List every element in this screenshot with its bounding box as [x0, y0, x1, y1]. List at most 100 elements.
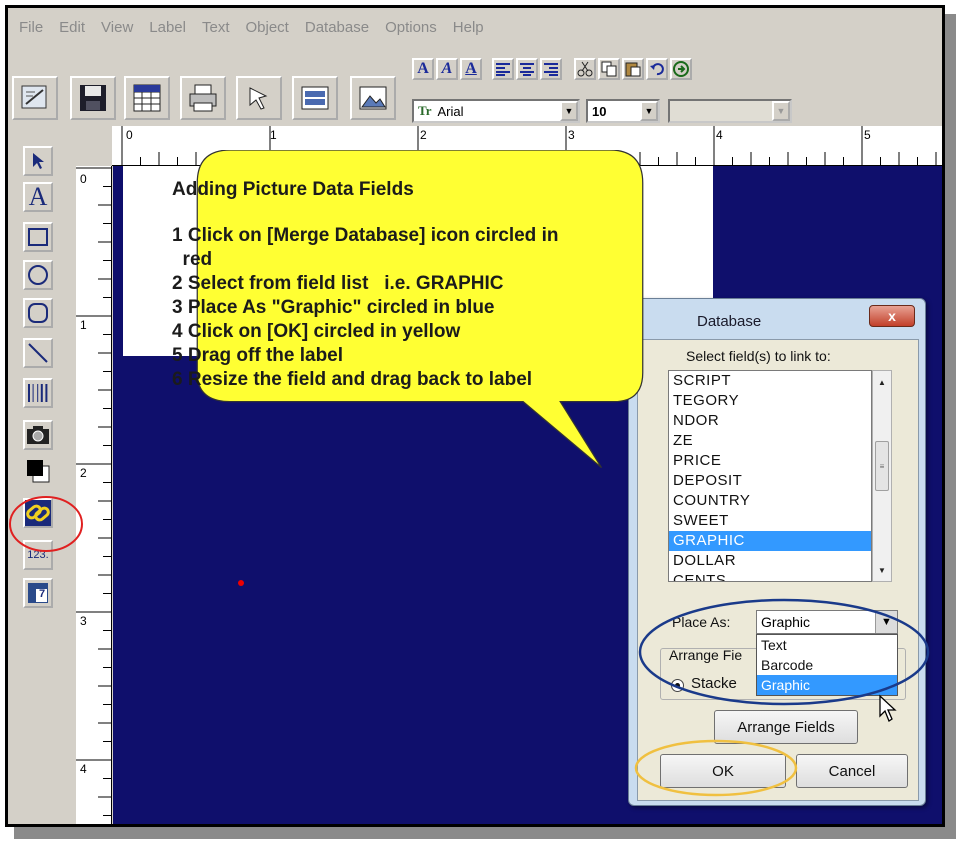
cut-button[interactable]	[574, 58, 596, 80]
cancel-button[interactable]: Cancel	[796, 754, 908, 788]
ruler-corner	[76, 126, 112, 166]
callout-step: 4 Click on [OK] circled in yellow	[172, 321, 461, 342]
field-listbox[interactable]: SCRIPT TEGORY NDOR ZE PRICE DEPOSIT COUN…	[668, 370, 872, 582]
size-dropdown-arrow-icon[interactable]: ▼	[640, 101, 658, 121]
ellipse-icon	[28, 265, 48, 285]
toolbar: A A A Tr Arial ▼ 10 ▼ ▼	[8, 46, 942, 126]
callout-step: 3 Place As "Graphic" circled in blue	[172, 297, 495, 318]
scroll-down-icon[interactable]: ▼	[873, 561, 891, 579]
page-tool-number: 7	[39, 588, 46, 600]
ellipse-tool[interactable]	[23, 260, 53, 290]
align-right-icon	[544, 63, 558, 76]
paste-button[interactable]	[622, 58, 644, 80]
menu-view[interactable]: View	[94, 19, 142, 36]
scroll-up-icon[interactable]: ▲	[873, 373, 891, 391]
dialog-close-button[interactable]: x	[869, 305, 915, 327]
copy-icon	[601, 61, 617, 77]
bold-button[interactable]: A	[412, 58, 434, 80]
floppy-disk-icon	[80, 85, 106, 111]
style-dropdown-arrow-icon: ▼	[772, 101, 790, 121]
edit-label-button[interactable]	[12, 76, 58, 120]
callout-step: 6 Resize the field and drag back to labe…	[172, 369, 533, 390]
callout-step: 1 Click on [Merge Database] icon circled…	[172, 225, 559, 246]
barcode-bar	[28, 384, 30, 402]
font-type-icon: Tr	[418, 103, 432, 118]
barcode-bar	[32, 384, 34, 402]
color-swatch-icon	[27, 460, 50, 483]
scissors-icon	[577, 61, 593, 77]
label-setup-button[interactable]	[292, 76, 338, 120]
picture-button[interactable]	[350, 76, 396, 120]
barcode-icon	[28, 384, 48, 402]
menu-object[interactable]: Object	[239, 19, 298, 36]
callout-title: Adding Picture Data Fields	[172, 179, 414, 200]
select-tool[interactable]	[23, 146, 53, 176]
list-item[interactable]: CENTS	[669, 571, 871, 581]
list-item[interactable]: ZE	[669, 431, 871, 451]
list-item[interactable]: PRICE	[669, 451, 871, 471]
list-item[interactable]: SWEET	[669, 511, 871, 531]
database-sheet-button[interactable]	[124, 76, 170, 120]
ruler-v-2: 2	[80, 466, 87, 480]
underline-button[interactable]: A	[460, 58, 482, 80]
camera-icon	[27, 426, 49, 444]
align-center-icon	[520, 63, 534, 76]
menu-text[interactable]: Text	[195, 19, 239, 36]
align-right-button[interactable]	[540, 58, 562, 80]
list-item[interactable]: NDOR	[669, 411, 871, 431]
list-item[interactable]: SCRIPT	[669, 371, 871, 391]
align-left-button[interactable]	[492, 58, 514, 80]
undo-button[interactable]	[646, 58, 668, 80]
red-marker	[238, 580, 244, 586]
dialog-title: Database	[697, 313, 762, 330]
list-item[interactable]: TEGORY	[669, 391, 871, 411]
pointer-tool-button[interactable]	[236, 76, 282, 120]
edit-label-icon	[21, 85, 47, 109]
list-item[interactable]: DOLLAR	[669, 551, 871, 571]
italic-button[interactable]: A	[436, 58, 458, 80]
menu-bar: File Edit View Label Text Object Databas…	[8, 8, 942, 46]
font-name-value: Arial	[437, 103, 464, 119]
menu-database[interactable]: Database	[298, 19, 378, 36]
scroll-thumb[interactable]: ≡	[875, 441, 889, 491]
ruler-h-1: 1	[270, 128, 277, 142]
barcode-tool[interactable]	[23, 378, 53, 408]
ruler-h-3: 3	[568, 128, 575, 142]
clipboard-icon	[625, 62, 641, 77]
font-size-value: 10	[592, 103, 607, 119]
list-item[interactable]: DEPOSIT	[669, 471, 871, 491]
menu-edit[interactable]: Edit	[52, 19, 94, 36]
list-item[interactable]: COUNTRY	[669, 491, 871, 511]
menu-file[interactable]: File	[12, 19, 52, 36]
align-center-button[interactable]	[516, 58, 538, 80]
text-tool[interactable]: A	[23, 182, 53, 212]
callout-text: Adding Picture Data Fields 1 Click on [M…	[172, 178, 672, 392]
font-dropdown-arrow-icon[interactable]: ▼	[560, 101, 578, 121]
copy-button[interactable]	[598, 58, 620, 80]
line-icon	[28, 343, 48, 363]
mouse-cursor-icon	[879, 694, 897, 722]
menu-options[interactable]: Options	[378, 19, 446, 36]
style-select-disabled: ▼	[668, 99, 792, 123]
font-name-select[interactable]: Tr Arial ▼	[412, 99, 580, 123]
ruler-h-0: 0	[126, 128, 133, 142]
printer-icon	[189, 84, 217, 112]
ruler-h-5: 5	[864, 128, 871, 142]
print-button[interactable]	[180, 76, 226, 120]
rotate-button[interactable]	[670, 58, 692, 80]
align-left-icon	[496, 63, 510, 76]
camera-tool[interactable]	[23, 420, 53, 450]
save-button[interactable]	[70, 76, 116, 120]
ruler-v-0: 0	[80, 172, 87, 186]
list-item-selected[interactable]: GRAPHIC	[669, 531, 871, 551]
line-tool[interactable]	[23, 338, 53, 368]
label-sheet-icon	[301, 86, 329, 110]
color-tool[interactable]	[23, 456, 53, 486]
page-tool[interactable]: 7	[23, 578, 53, 608]
menu-help[interactable]: Help	[446, 19, 493, 36]
rectangle-tool[interactable]	[23, 222, 53, 252]
font-size-select[interactable]: 10 ▼	[586, 99, 660, 123]
rounded-rect-tool[interactable]	[23, 298, 53, 328]
field-list-scrollbar[interactable]: ▲ ≡ ▼	[872, 370, 892, 582]
menu-label[interactable]: Label	[142, 19, 195, 36]
